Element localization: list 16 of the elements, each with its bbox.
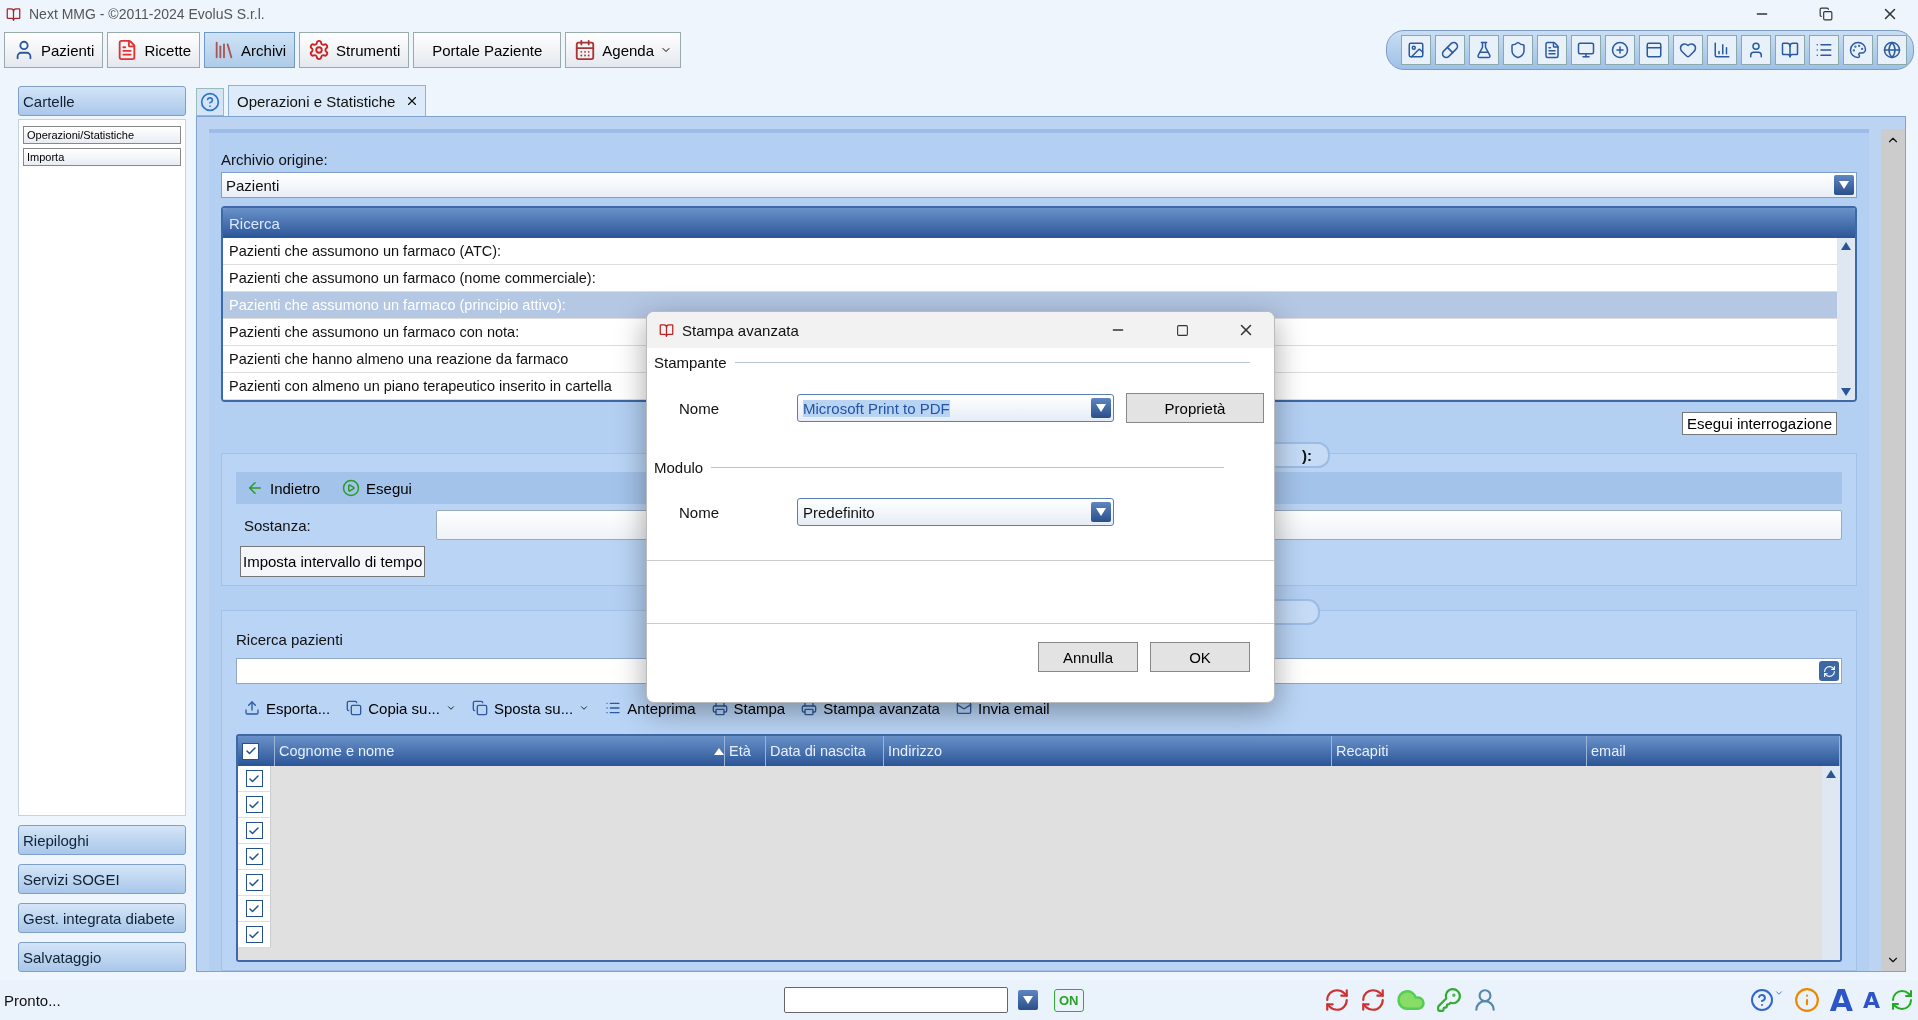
dropdown-value: Microsoft Print to PDF xyxy=(803,399,950,417)
section-title: Stampante xyxy=(654,354,727,371)
list-header: Ricerca xyxy=(223,208,1855,238)
status-text: Pronto... xyxy=(4,991,62,1009)
field-label: Ricerca pazienti xyxy=(236,630,343,650)
field-label: Nome xyxy=(679,503,720,521)
online-badge: ON xyxy=(1054,988,1084,1012)
section-title: Modulo xyxy=(654,459,704,476)
dropdown-value: Pazienti xyxy=(226,176,280,194)
dialog-title: Stampa avanzata xyxy=(682,321,800,339)
field-label: Sostanza: xyxy=(243,516,312,534)
field-label: Nome xyxy=(679,399,720,417)
tab-label: Operazioni e Statistiche xyxy=(237,92,396,110)
dropdown-value: Predefinito xyxy=(803,503,875,521)
window-title: Next MMG - ©2011-2024 EvoluS S.r.l. xyxy=(29,6,266,22)
field-label: Archivio origine: xyxy=(221,150,328,170)
